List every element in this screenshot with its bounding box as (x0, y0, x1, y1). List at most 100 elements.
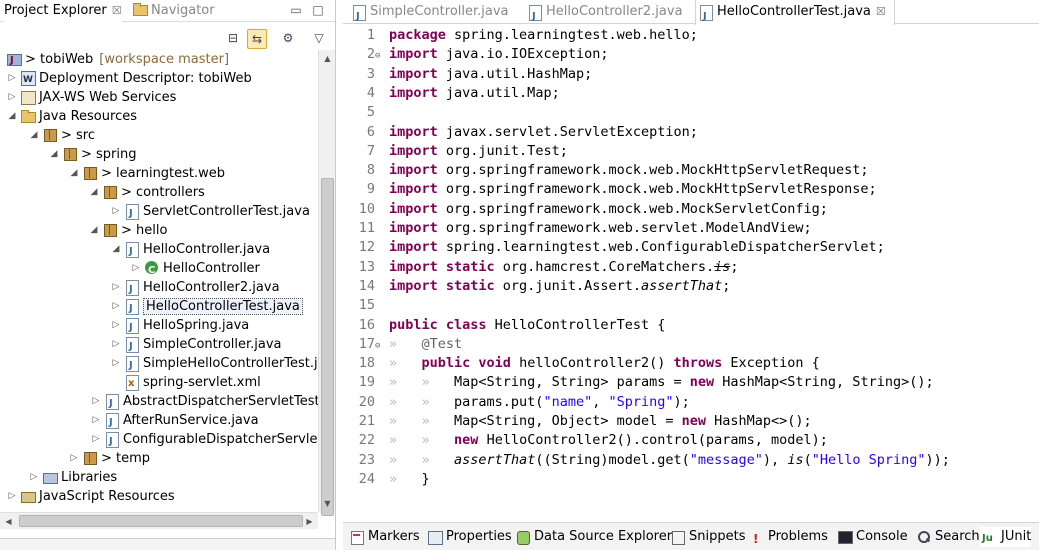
maximize-icon[interactable]: □ (310, 2, 326, 18)
expand-arrow-icon[interactable]: ▷ (28, 468, 40, 487)
tree-item-configurabledispatcherservlet[interactable]: ▷ ConfigurableDispatcherServlet.ja (90, 430, 318, 451)
code-line: 8 import org.springframework.mock.web.Moc… (366, 162, 869, 179)
tab-markers[interactable]: Markers (347, 527, 420, 547)
tree-item-tobiweb[interactable]: > tobiWeb [workspace master] (4, 50, 230, 70)
tree-item-jaxws[interactable]: ▷ JAX-WS Web Services (6, 88, 176, 107)
expand-arrow-icon[interactable]: ▷ (110, 278, 122, 297)
tree-item-spring-servlet-xml[interactable]: spring-servlet.xml (110, 373, 261, 393)
tree-item-hellocontroller2[interactable]: ▷ HelloController2.java (110, 278, 280, 299)
expand-arrow-icon[interactable]: ▷ (6, 487, 18, 506)
servers-view-strip (0, 538, 335, 550)
code-line: 4 import java.util.Map; (366, 84, 560, 101)
descriptor-icon (20, 70, 36, 90)
expand-arrow-icon[interactable]: ▷ (90, 392, 102, 411)
expand-arrow-icon[interactable]: ▷ (90, 411, 102, 430)
tab-label: Search (935, 529, 980, 544)
scroll-left-icon[interactable]: ◀ (0, 513, 17, 530)
tree-item-hellocontroller-java[interactable]: ◢ HelloController.java (110, 240, 270, 261)
tree-item-libraries[interactable]: ▷ Libraries (28, 468, 118, 487)
close-icon[interactable]: ☒ (876, 5, 886, 18)
collapse-arrow-icon[interactable]: ◢ (6, 107, 18, 126)
tree-item-java-resources[interactable]: ◢ Java Resources (6, 107, 137, 126)
tab-problems[interactable]: Problems (747, 527, 828, 549)
expand-arrow-icon[interactable]: ▷ (6, 69, 18, 88)
tree-item-label: Libraries (61, 470, 118, 485)
filter-button[interactable]: ⚙ (278, 29, 298, 49)
package-icon (82, 450, 98, 466)
tree-item-deployment-descriptor[interactable]: ▷ Deployment Descriptor: tobiWeb (6, 69, 252, 90)
project-explorer-view: Project Explorer ☒ Navigator ▭ □ ⊟ ⇆ ⚙ ▽ … (0, 0, 336, 550)
tree-item-hellocontroller-class[interactable]: ▷ HelloController (130, 259, 260, 280)
expand-arrow-icon[interactable]: ▷ (130, 259, 142, 278)
chevron-down-icon: ▽ (314, 31, 324, 45)
minimize-icon[interactable]: ▭ (288, 2, 304, 18)
close-icon[interactable]: ☒ (112, 4, 122, 17)
scrollbar-thumb[interactable] (321, 178, 334, 516)
collapse-arrow-icon[interactable]: ◢ (68, 164, 80, 183)
editor-tab-bar: SimpleController.java HelloController2.j… (343, 0, 1039, 29)
scroll-up-icon[interactable]: ▲ (319, 50, 335, 67)
tree-item-src[interactable]: ◢ > src (28, 126, 95, 145)
markers-icon (349, 529, 365, 545)
webservice-icon (20, 89, 36, 105)
java-file-icon (527, 4, 543, 29)
library-icon (42, 469, 58, 485)
tree-item-simplecontroller[interactable]: ▷ SimpleController.java (110, 335, 282, 356)
scrollbar-thumb[interactable] (19, 515, 303, 527)
tab-data-source-explorer[interactable]: Data Source Explorer (513, 527, 672, 547)
java-editor: SimpleController.java HelloController2.j… (343, 0, 1039, 520)
tab-simplecontroller[interactable]: SimpleController.java (349, 0, 509, 29)
collapse-arrow-icon[interactable]: ◢ (28, 126, 40, 145)
expand-arrow-icon[interactable]: ▷ (68, 449, 80, 468)
tree-item-label: Deployment Descriptor: tobiWeb (39, 71, 252, 86)
tab-project-explorer[interactable]: Project Explorer ☒ (4, 0, 122, 22)
tab-snippets[interactable]: Snippets (668, 527, 745, 547)
tree-item-servletcontrollertest[interactable]: ▷ ServletControllerTest.java (110, 202, 310, 223)
tree-item-hellospring[interactable]: ▷ HelloSpring.java (110, 316, 249, 337)
code-line: 1 package spring.learningtest.web.hello; (366, 27, 698, 43)
collapse-arrow-icon[interactable]: ◢ (110, 240, 122, 259)
tab-console[interactable]: Console (835, 527, 908, 547)
scroll-down-icon[interactable]: ▼ (319, 495, 335, 512)
tree-item-learningtest-web[interactable]: ◢ > learningtest.web (68, 164, 226, 183)
horizontal-scrollbar[interactable]: ◀ ▶ (0, 512, 318, 529)
expand-arrow-icon[interactable]: ▷ (110, 335, 122, 354)
expand-arrow-icon[interactable]: ▷ (6, 88, 18, 107)
tree-item-simplehellocontrollertest[interactable]: ▷ SimpleHelloControllerTest.jav (110, 354, 318, 375)
tree-item-label: Java Resources (39, 109, 137, 124)
tree-item-hello[interactable]: ◢ > hello (88, 221, 168, 240)
tab-hellocontroller2[interactable]: HelloController2.java (525, 0, 683, 29)
tab-properties[interactable]: Properties (425, 527, 512, 547)
tree-item-temp[interactable]: ▷ > temp (68, 449, 151, 468)
expand-arrow-icon[interactable]: ▷ (110, 316, 122, 335)
code-area[interactable]: 1 package spring.learningtest.web.hello; … (343, 26, 1039, 496)
tree-item-abstractdispatcherservlettest[interactable]: ▷ AbstractDispatcherServletTest.jav (90, 392, 318, 413)
tab-search[interactable]: Search (914, 527, 980, 547)
expand-arrow-icon[interactable]: ▷ (110, 297, 122, 316)
tree-item-label: JavaScript Resources (39, 489, 175, 504)
vertical-scrollbar[interactable]: ▲ ▼ (318, 50, 335, 516)
collapse-arrow-icon[interactable]: ◢ (88, 221, 100, 240)
java-file-icon (124, 203, 140, 223)
expand-arrow-icon[interactable]: ▷ (110, 202, 122, 221)
workspace-label: [workspace master] (99, 52, 230, 67)
collapse-arrow-icon[interactable]: ◢ (88, 183, 100, 202)
code-line: 10 import org.springframework.mock.web.Mo… (358, 200, 828, 217)
scroll-right-icon[interactable]: ▶ (301, 513, 318, 530)
tab-hellocontrollertest[interactable]: HelloControllerTest.java ☒ (695, 0, 895, 29)
tree-item-afterrunservice[interactable]: ▷ AfterRunService.java (90, 411, 259, 432)
tree-item-hellocontrollertest[interactable]: ▷ HelloControllerTest.java (110, 297, 303, 318)
expand-arrow-icon[interactable]: ▷ (90, 430, 102, 449)
project-icon (6, 51, 22, 70)
expand-arrow-icon[interactable]: ▷ (110, 354, 122, 373)
tree-item-javascript-resources[interactable]: ▷ JavaScript Resources (6, 487, 175, 506)
view-menu-button[interactable]: ▽ (309, 29, 329, 49)
collapse-arrow-icon[interactable]: ◢ (48, 145, 60, 164)
tab-navigator[interactable]: Navigator (130, 0, 215, 22)
link-with-editor-button[interactable]: ⇆ (247, 29, 267, 49)
junit-icon (982, 529, 998, 549)
tree-item-spring[interactable]: ◢ > spring (48, 145, 137, 164)
collapse-all-button[interactable]: ⊟ (223, 29, 243, 49)
tab-junit[interactable]: JUnit (980, 527, 1032, 549)
tree-item-controllers[interactable]: ◢ > controllers (88, 183, 205, 202)
